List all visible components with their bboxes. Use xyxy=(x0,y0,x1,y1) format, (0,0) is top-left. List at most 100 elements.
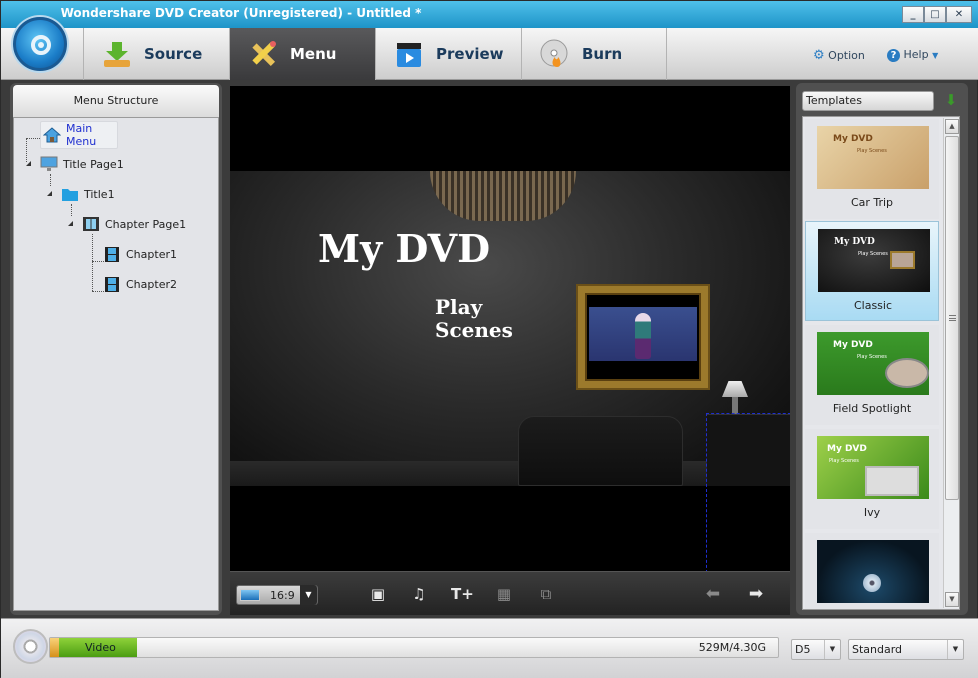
tree-item-title-page1[interactable]: Title Page1 xyxy=(40,153,124,175)
templates-select[interactable]: Templates xyxy=(802,91,934,111)
tree-item-label: Chapter Page1 xyxy=(105,217,187,231)
tab-menu-label: Menu xyxy=(290,45,337,63)
template-item-field-spotlight[interactable]: My DVD Play Scenes Field Spotlight xyxy=(805,325,939,425)
tree-item-label: Chapter2 xyxy=(126,277,177,291)
tree-item-title1[interactable]: Title1 xyxy=(61,183,115,205)
tree-item-label: Title1 xyxy=(84,187,115,201)
tab-preview-label: Preview xyxy=(436,45,504,63)
thumb-sub: Play Scenes xyxy=(857,354,887,360)
templates-list: My DVD Play Scenes Car Trip My DVD Play … xyxy=(802,116,960,610)
scrollbar-thumb[interactable] xyxy=(945,136,959,500)
menu-preview-canvas[interactable]: My DVD Play Scenes xyxy=(230,86,790,571)
tab-preview[interactable]: Preview xyxy=(375,28,521,80)
gear-icon: ⚙ xyxy=(813,48,825,63)
close-button[interactable]: ✕ xyxy=(946,6,972,23)
add-text-button[interactable]: T+ xyxy=(451,583,474,605)
picture-icon: ▣ xyxy=(370,585,386,603)
tab-burn[interactable]: Burn xyxy=(521,28,667,80)
template-item-ivy[interactable]: My DVD Play Scenes Ivy xyxy=(805,429,939,529)
chevron-down-icon: ▼ xyxy=(932,51,939,60)
text-plus-icon: T+ xyxy=(451,585,474,603)
aspect-ratio-value: 16:9 xyxy=(270,589,295,602)
thumb-title: My DVD xyxy=(834,237,875,247)
thumb-title: My DVD xyxy=(833,340,873,350)
thumb-title: My DVD xyxy=(833,134,873,144)
grip-icon xyxy=(949,315,956,321)
quality-select[interactable]: Standard ▼ xyxy=(848,639,964,660)
expand-toggle[interactable] xyxy=(47,191,52,196)
play-link[interactable]: Play xyxy=(435,296,513,319)
add-music-button[interactable]: ♫ xyxy=(408,583,430,605)
nav-divider xyxy=(666,28,667,80)
help-icon: ? xyxy=(887,49,900,62)
menu-structure-panel: Menu Structure Main Menu Title Page1 Tit… xyxy=(10,83,222,615)
menu-structure-tree: Main Menu Title Page1 Title1 Chapter Pag… xyxy=(13,117,219,611)
tree-item-label: Main Menu xyxy=(66,122,97,148)
template-item-5[interactable] xyxy=(805,533,939,609)
thumb-sub: Play Scenes xyxy=(858,251,888,257)
tree-item-label: Chapter1 xyxy=(126,247,177,261)
chevron-down-icon[interactable]: ▼ xyxy=(300,585,317,605)
selection-box[interactable] xyxy=(706,413,790,571)
disc-flame-icon xyxy=(540,39,570,69)
scroll-up-button[interactable]: ▲ xyxy=(945,119,959,134)
menu-structure-header: Menu Structure xyxy=(13,85,219,117)
app-window: Wondershare DVD Creator (Unregistered) -… xyxy=(0,0,978,678)
template-thumbnail: My DVD Play Scenes xyxy=(817,126,929,189)
template-item-classic[interactable]: My DVD Play Scenes Classic xyxy=(805,221,939,321)
expand-toggle[interactable] xyxy=(68,221,73,226)
thumb-sub: Play Scenes xyxy=(857,148,887,154)
thumb-frame xyxy=(890,251,915,269)
tree-item-label: Title Page1 xyxy=(63,157,124,171)
quality-value: Standard xyxy=(852,643,903,656)
add-background-button[interactable]: ▣ xyxy=(367,583,389,605)
tree-item-main-menu[interactable]: Main Menu xyxy=(40,121,118,149)
create-chapter-button[interactable]: ▦ xyxy=(493,583,515,605)
add-thumbnail-button[interactable]: ⧉ xyxy=(535,583,557,605)
disc-icon xyxy=(13,629,48,664)
ruler-pencil-icon xyxy=(248,39,278,69)
tree-item-chapter1[interactable]: Chapter1 xyxy=(103,243,177,265)
disc-logo-icon xyxy=(31,35,51,55)
next-page-button[interactable]: ➡ xyxy=(745,583,767,605)
scenes-link[interactable]: Scenes xyxy=(435,319,513,342)
video-thumbnail-frame[interactable] xyxy=(578,286,708,388)
film-icon xyxy=(103,246,121,262)
music-note-icon: ♫ xyxy=(412,585,426,603)
tab-burn-label: Burn xyxy=(582,45,623,63)
option-button[interactable]: ⚙ Option xyxy=(813,48,865,63)
tab-menu[interactable]: Menu xyxy=(229,28,375,80)
templates-scrollbar[interactable]: ▲ ▼ xyxy=(943,118,959,608)
expand-toggle[interactable] xyxy=(26,161,31,166)
previous-page-button[interactable]: ⬅ xyxy=(702,583,724,605)
tree-item-chapter2[interactable]: Chapter2 xyxy=(103,273,177,295)
help-label: Help xyxy=(903,48,929,61)
download-icon: ⬇ xyxy=(944,91,958,109)
disc-type-select[interactable]: D5 ▼ xyxy=(791,639,841,660)
aspect-ratio-select[interactable]: 16:9 ▼ xyxy=(236,585,318,605)
tab-source-label: Source xyxy=(144,45,203,63)
download-templates-button[interactable]: ⬇ xyxy=(942,91,960,109)
download-arrow-icon xyxy=(102,39,132,69)
maximize-button[interactable]: □ xyxy=(924,6,946,23)
template-thumbnail: My DVD Play Scenes xyxy=(817,436,929,499)
help-button[interactable]: ? Help ▼ xyxy=(887,48,938,62)
previous-arrow-icon: ⬅ xyxy=(705,584,721,604)
title-bar: Wondershare DVD Creator (Unregistered) -… xyxy=(1,1,978,28)
app-logo xyxy=(13,17,67,71)
menu-title-text[interactable]: My DVD xyxy=(318,226,490,271)
thumb-photo xyxy=(865,466,919,496)
sofa-image xyxy=(518,416,683,486)
minimize-button[interactable]: _ xyxy=(902,6,924,23)
thumb-sub: Play Scenes xyxy=(829,458,859,464)
thumbnail-figure xyxy=(635,313,651,359)
template-name: Ivy xyxy=(863,506,881,519)
template-name: Classic xyxy=(853,299,893,312)
menu-links: Play Scenes xyxy=(435,296,513,342)
tree-item-chapter-page1[interactable]: Chapter Page1 xyxy=(82,213,186,235)
template-item-car-trip[interactable]: My DVD Play Scenes Car Trip xyxy=(805,119,939,219)
tab-source[interactable]: Source xyxy=(83,28,229,80)
chevron-down-icon: ▼ xyxy=(824,640,840,659)
folder-icon xyxy=(61,186,79,202)
scroll-down-button[interactable]: ▼ xyxy=(945,592,959,607)
